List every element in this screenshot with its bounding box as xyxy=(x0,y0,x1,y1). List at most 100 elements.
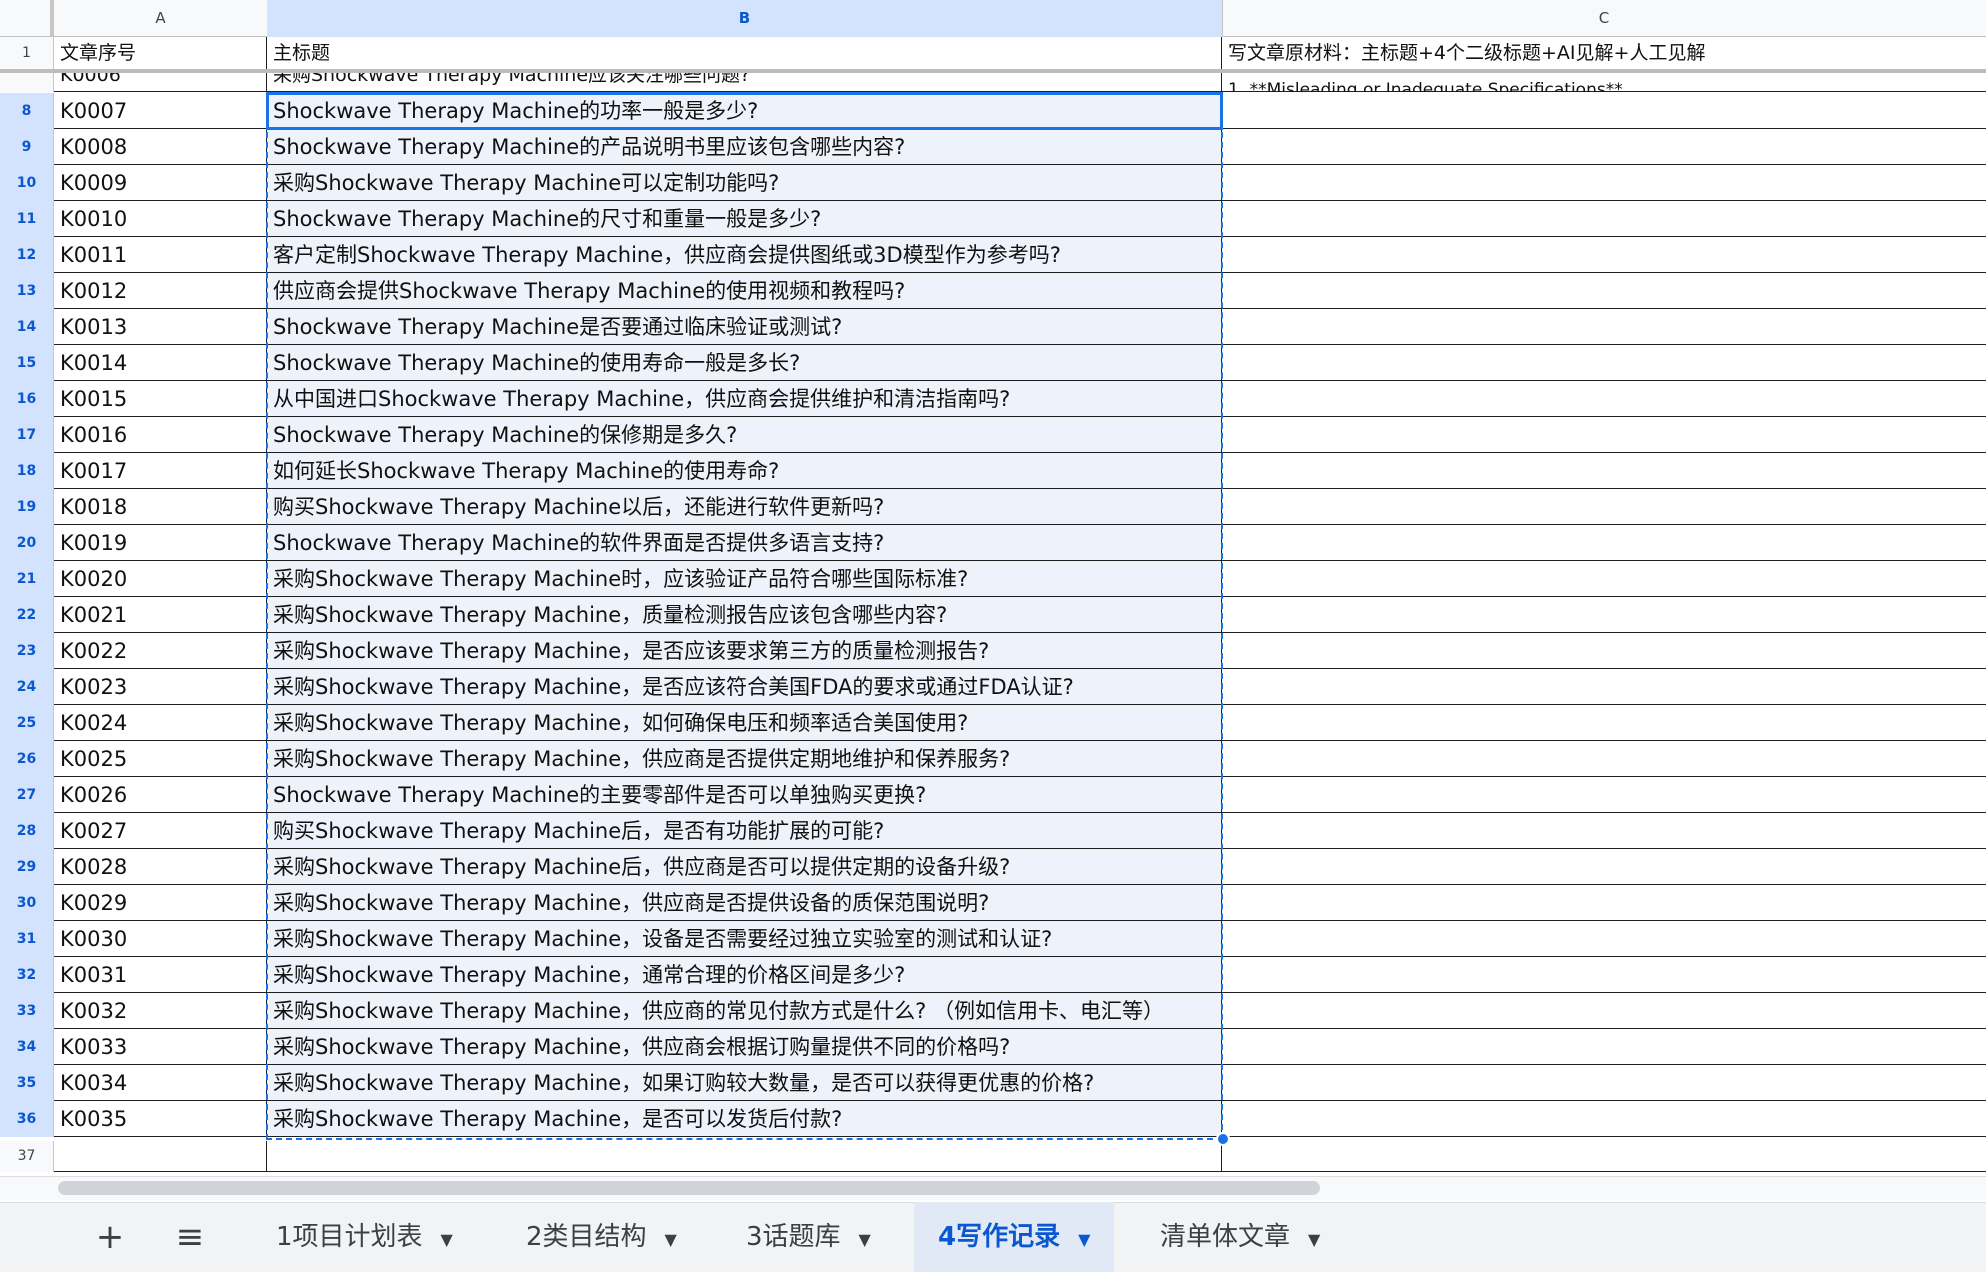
cell-material[interactable] xyxy=(1222,309,1986,345)
cell-main-title[interactable]: 采购Shockwave Therapy Machine，供应商会根据订购量提供不… xyxy=(267,1029,1222,1065)
row-number[interactable]: 19 xyxy=(0,489,54,525)
partial-cell-a[interactable]: K0006 xyxy=(54,73,267,92)
cell-main-title[interactable]: 采购Shockwave Therapy Machine后，供应商是否可以提供定期… xyxy=(267,849,1222,885)
cell-main-title[interactable]: 采购Shockwave Therapy Machine可以定制功能吗? xyxy=(267,165,1222,201)
cell-material[interactable] xyxy=(1222,237,1986,273)
cell-main-title[interactable]: Shockwave Therapy Machine是否要通过临床验证或测试? xyxy=(267,309,1222,345)
cell-article-id[interactable]: K0009 xyxy=(54,165,267,201)
cell-main-title[interactable]: 采购Shockwave Therapy Machine时，应该验证产品符合哪些国… xyxy=(267,561,1222,597)
chevron-down-icon[interactable]: ▼ xyxy=(1078,1230,1090,1249)
cell-material[interactable] xyxy=(1222,561,1986,597)
cell-article-id[interactable]: K0032 xyxy=(54,993,267,1029)
row-number[interactable]: 29 xyxy=(0,849,54,885)
cell-material[interactable] xyxy=(1222,741,1986,777)
cell-material[interactable] xyxy=(1222,597,1986,633)
cell-article-id[interactable]: K0025 xyxy=(54,741,267,777)
header-cell-c[interactable]: 写文章原材料：主标题+4个二级标题+AI见解+人工见解 xyxy=(1222,37,1986,70)
cell-article-id[interactable]: K0035 xyxy=(54,1101,267,1137)
cell-main-title[interactable]: Shockwave Therapy Machine的主要零部件是否可以单独购买更… xyxy=(267,777,1222,813)
cell-material[interactable] xyxy=(1222,957,1986,993)
cell-main-title[interactable]: 供应商会提供Shockwave Therapy Machine的使用视频和教程吗… xyxy=(267,273,1222,309)
cell-article-id[interactable]: K0026 xyxy=(54,777,267,813)
cell-main-title[interactable]: 采购Shockwave Therapy Machine，通常合理的价格区间是多少… xyxy=(267,957,1222,993)
column-header-b[interactable]: B xyxy=(267,0,1223,37)
cell-main-title[interactable]: 采购Shockwave Therapy Machine，供应商的常见付款方式是什… xyxy=(267,993,1222,1029)
row-number[interactable]: 15 xyxy=(0,345,54,381)
cell-main-title[interactable]: Shockwave Therapy Machine的保修期是多久? xyxy=(267,417,1222,453)
chevron-down-icon[interactable]: ▼ xyxy=(441,1230,453,1249)
cell-main-title[interactable]: 采购Shockwave Therapy Machine，是否应该要求第三方的质量… xyxy=(267,633,1222,669)
row-number[interactable]: 13 xyxy=(0,273,54,309)
cell-article-id[interactable]: K0010 xyxy=(54,201,267,237)
row-number[interactable]: 24 xyxy=(0,669,54,705)
row-number[interactable]: 32 xyxy=(0,957,54,993)
cell-article-id[interactable]: K0016 xyxy=(54,417,267,453)
cell-material[interactable] xyxy=(1222,849,1986,885)
scrollbar-thumb[interactable] xyxy=(58,1181,1320,1195)
cell-article-id[interactable]: K0015 xyxy=(54,381,267,417)
cell-main-title[interactable]: 采购Shockwave Therapy Machine，是否可以发货后付款? xyxy=(267,1101,1222,1137)
cell-material[interactable] xyxy=(1222,453,1986,489)
cell-main-title[interactable]: 如何延长Shockwave Therapy Machine的使用寿命? xyxy=(267,453,1222,489)
cell-article-id[interactable]: K0022 xyxy=(54,633,267,669)
active-cell[interactable] xyxy=(266,92,1223,130)
cell-material[interactable] xyxy=(1222,525,1986,561)
cell-article-id[interactable]: K0012 xyxy=(54,273,267,309)
cell-article-id[interactable]: K0024 xyxy=(54,705,267,741)
empty-cell-c[interactable] xyxy=(1222,1141,1986,1172)
row-number[interactable]: 9 xyxy=(0,129,54,165)
tab-writing-records[interactable]: 4写作记录 ▼ xyxy=(914,1202,1115,1272)
row-number[interactable]: 17 xyxy=(0,417,54,453)
tab-listicle-articles[interactable]: 清单体文章 ▼ xyxy=(1142,1202,1338,1272)
row-number[interactable]: 23 xyxy=(0,633,54,669)
row-number[interactable]: 36 xyxy=(0,1101,54,1137)
cell-main-title[interactable]: Shockwave Therapy Machine的尺寸和重量一般是多少? xyxy=(267,201,1222,237)
cell-article-id[interactable]: K0013 xyxy=(54,309,267,345)
row-number[interactable]: 21 xyxy=(0,561,54,597)
cell-article-id[interactable]: K0018 xyxy=(54,489,267,525)
cell-article-id[interactable]: K0020 xyxy=(54,561,267,597)
fill-handle[interactable] xyxy=(1216,1132,1230,1146)
cell-article-id[interactable]: K0011 xyxy=(54,237,267,273)
row-number[interactable]: 28 xyxy=(0,813,54,849)
cell-main-title[interactable]: 采购Shockwave Therapy Machine，如何确保电压和频率适合美… xyxy=(267,705,1222,741)
cell-article-id[interactable]: K0008 xyxy=(54,129,267,165)
cell-material[interactable] xyxy=(1222,489,1986,525)
cell-main-title[interactable]: 购买Shockwave Therapy Machine后，是否有功能扩展的可能? xyxy=(267,813,1222,849)
cell-material[interactable] xyxy=(1222,669,1986,705)
row-number[interactable]: 25 xyxy=(0,705,54,741)
cell-material[interactable] xyxy=(1222,777,1986,813)
row-number[interactable]: 27 xyxy=(0,777,54,813)
header-cell-a[interactable]: 文章序号 xyxy=(54,37,267,70)
partial-cell-c[interactable]: 1. **Misleading or Inadequate Specificat… xyxy=(1222,73,1986,92)
cell-article-id[interactable]: K0031 xyxy=(54,957,267,993)
cell-material[interactable] xyxy=(1222,417,1986,453)
cell-article-id[interactable]: K0030 xyxy=(54,921,267,957)
row-number[interactable]: 16 xyxy=(0,381,54,417)
tab-project-plan[interactable]: 1项目计划表 ▼ xyxy=(258,1202,471,1272)
cell-main-title[interactable]: 采购Shockwave Therapy Machine，是否应该符合美国FDA的… xyxy=(267,669,1222,705)
row-number[interactable]: 20 xyxy=(0,525,54,561)
row-number[interactable]: 34 xyxy=(0,1029,54,1065)
add-sheet-button[interactable]: + xyxy=(82,1202,138,1272)
row-number[interactable]: 26 xyxy=(0,741,54,777)
cell-material[interactable] xyxy=(1222,165,1986,201)
cell-article-id[interactable]: K0019 xyxy=(54,525,267,561)
row-number[interactable]: 22 xyxy=(0,597,54,633)
cell-main-title[interactable]: 采购Shockwave Therapy Machine，如果订购较大数量，是否可… xyxy=(267,1065,1222,1101)
tab-category-structure[interactable]: 2类目结构 ▼ xyxy=(508,1202,695,1272)
cell-material[interactable] xyxy=(1222,921,1986,957)
header-cell-b[interactable]: 主标题 xyxy=(267,37,1222,70)
cell-main-title[interactable]: Shockwave Therapy Machine的软件界面是否提供多语言支持? xyxy=(267,525,1222,561)
cell-material[interactable] xyxy=(1222,1065,1986,1101)
cell-material[interactable] xyxy=(1222,1029,1986,1065)
cell-article-id[interactable]: K0029 xyxy=(54,885,267,921)
cell-main-title[interactable]: 采购Shockwave Therapy Machine，质量检测报告应该包含哪些… xyxy=(267,597,1222,633)
empty-cell-b[interactable] xyxy=(267,1141,1222,1172)
chevron-down-icon[interactable]: ▼ xyxy=(1308,1230,1320,1249)
row-number[interactable]: 33 xyxy=(0,993,54,1029)
row-number[interactable]: 12 xyxy=(0,237,54,273)
cell-article-id[interactable]: K0023 xyxy=(54,669,267,705)
row-number[interactable]: 1 xyxy=(0,37,54,70)
row-number[interactable]: 30 xyxy=(0,885,54,921)
